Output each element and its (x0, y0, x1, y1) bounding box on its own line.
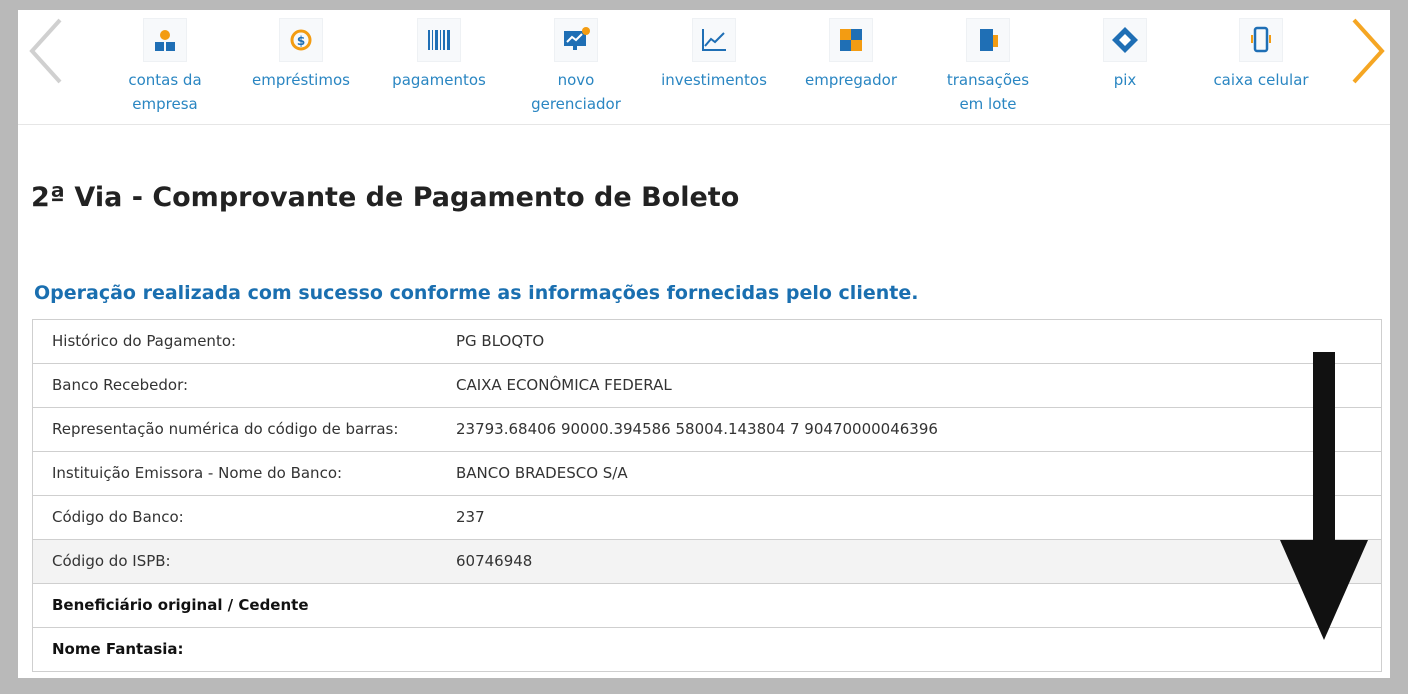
success-message: Operação realizada com sucesso conforme … (34, 282, 919, 304)
section-label: Nome Fantasia: (52, 640, 184, 658)
nav-item-label: transações em lote (946, 71, 1030, 113)
nav-item-transacoes-lote[interactable]: transações em lote (923, 18, 1053, 118)
nav-item-empregador[interactable]: empregador (786, 18, 916, 118)
nav-item-label: empréstimos (252, 71, 350, 89)
arrow-down-icon (1280, 352, 1368, 640)
line-chart-icon (692, 18, 736, 62)
row-value: BANCO BRADESCO S/A (456, 464, 628, 482)
document-batch-icon (966, 18, 1010, 62)
page-title: 2ª Via - Comprovante de Pagamento de Bol… (31, 182, 740, 213)
coin-icon: $ (279, 18, 323, 62)
carousel-next-arrow[interactable] (1346, 16, 1390, 86)
nav-item-novo-gerenciador[interactable]: novo gerenciador (511, 18, 641, 118)
section-header-row: Beneficiário original / Cedente (33, 584, 1381, 628)
row-label: Instituição Emissora - Nome do Banco: (52, 464, 343, 482)
nav-item-label: novo gerenciador (531, 71, 621, 113)
row-label: Representação numérica do código de barr… (52, 420, 399, 438)
row-value: 237 (456, 508, 485, 526)
app-frame: contas da empresa $ empréstimos pagament… (18, 10, 1390, 678)
nav-item-pix[interactable]: pix (1060, 18, 1190, 118)
nav-item-label: pix (1113, 71, 1137, 89)
puzzle-icon (829, 18, 873, 62)
phone-icon (1239, 18, 1283, 62)
row-value: CAIXA ECONÔMICA FEDERAL (456, 376, 672, 394)
nav-item-label: pagamentos (392, 71, 486, 89)
monitor-chart-icon (554, 18, 598, 62)
nav-item-label: empregador (804, 71, 897, 89)
chevron-right-icon (1352, 18, 1385, 84)
nav-item-label: contas da empresa (128, 71, 202, 113)
nav-item-label: caixa celular (1213, 71, 1309, 89)
table-row: Banco Recebedor: CAIXA ECONÔMICA FEDERAL (33, 364, 1381, 408)
carousel-prev-arrow[interactable] (24, 16, 68, 86)
nav-item-caixa-celular[interactable]: caixa celular (1196, 18, 1326, 118)
section-header-row: Nome Fantasia: (33, 628, 1381, 672)
table-row: Representação numérica do código de barr… (33, 408, 1381, 452)
nav-item-pagamentos[interactable]: pagamentos (374, 18, 504, 118)
section-label: Beneficiário original / Cedente (52, 596, 309, 614)
payment-details-table: Histórico do Pagamento: PG BLOQTO Banco … (32, 319, 1382, 672)
table-row: Código do ISPB: 60746948 (33, 540, 1381, 584)
row-label: Histórico do Pagamento: (52, 332, 237, 350)
row-value: 23793.68406 90000.394586 58004.143804 7 … (456, 420, 938, 438)
table-row: Histórico do Pagamento: PG BLOQTO (33, 320, 1381, 364)
svg-text:$: $ (297, 34, 305, 48)
row-value: PG BLOQTO (456, 332, 545, 350)
barcode-icon (417, 18, 461, 62)
table-row: Código do Banco: 237 (33, 496, 1381, 540)
row-label: Código do ISPB: (52, 552, 171, 570)
nav-item-investimentos[interactable]: investimentos (649, 18, 779, 118)
nav-item-label: investimentos (661, 71, 767, 89)
nav-item-emprestimos[interactable]: $ empréstimos (236, 18, 366, 118)
nav-item-contas-empresa[interactable]: contas da empresa (100, 18, 230, 118)
pix-icon (1103, 18, 1147, 62)
table-row: Instituição Emissora - Nome do Banco: BA… (33, 452, 1381, 496)
service-carousel: contas da empresa $ empréstimos pagament… (18, 10, 1390, 125)
row-label: Código do Banco: (52, 508, 184, 526)
row-label: Banco Recebedor: (52, 376, 189, 394)
row-value: 60746948 (456, 552, 533, 570)
people-icon (143, 18, 187, 62)
chevron-left-icon (29, 18, 62, 84)
